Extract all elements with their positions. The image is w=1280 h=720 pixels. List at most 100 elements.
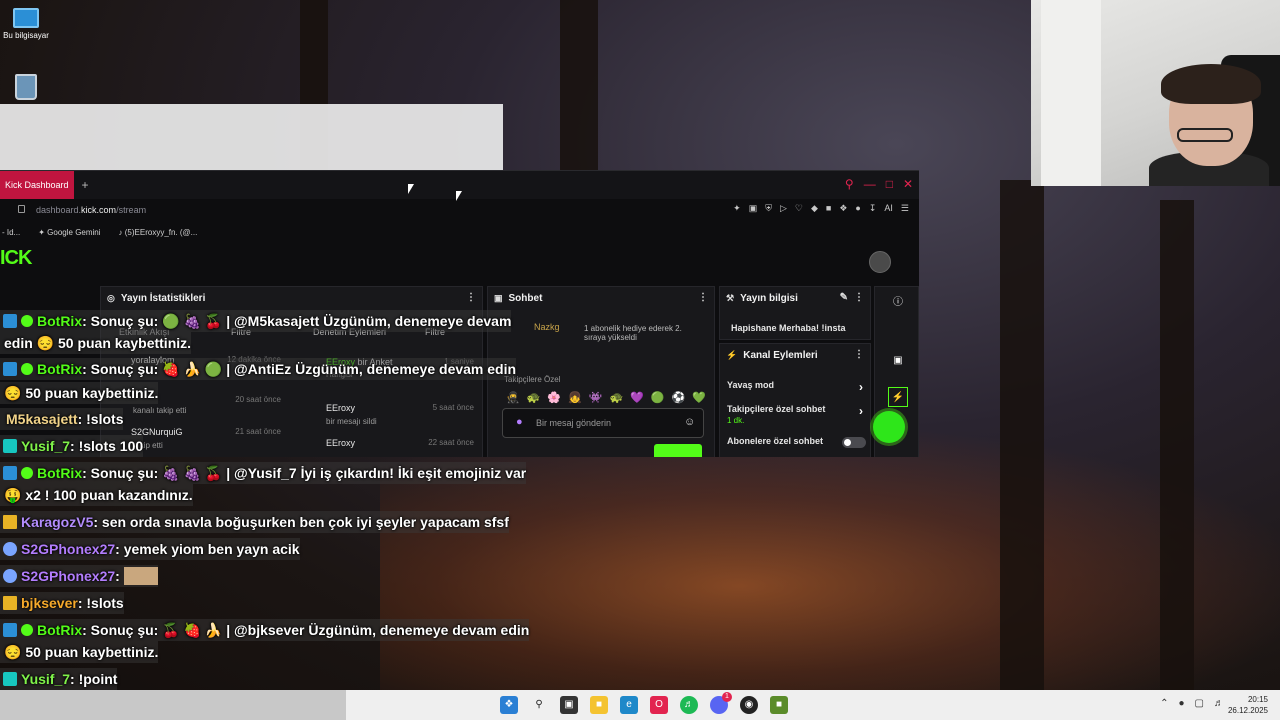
chat-username[interactable]: Yusif_7 [21,438,70,454]
new-tab-button[interactable]: + [82,178,89,192]
chat-username[interactable]: M5kasajett [6,411,78,427]
close-button[interactable]: ✕ [903,177,913,191]
info-icon[interactable]: ⓘ [888,293,908,313]
chat-text: 😔 50 puan kaybettiniz. [4,384,159,401]
chat-message: S2GPhonex27: yemek yiom ben yayn acik [0,538,300,560]
emote[interactable]: 🐢 [610,391,624,404]
edge-browser-icon[interactable]: e [620,696,638,714]
desktop-icon-this-pc[interactable]: Bu bilgisayar [0,8,52,40]
chat-text: : Sonuç şu: 🟢 🍇 🍒 | @M5kasajett Üzgünüm,… [82,312,512,329]
chat-message: BotRix: Sonuç şu: 🍇 🍇 🍒 | @Yusif_7 İyi i… [0,462,527,484]
more-options-icon[interactable]: ⋮ [854,349,864,360]
chat-message: S2GPhonex27: [0,565,158,587]
scan-icon[interactable]: ▣ [888,351,908,371]
heart-icon[interactable]: ♡ [795,203,803,214]
emote[interactable]: 💚 [692,391,706,404]
search-icon[interactable]: ⚲ [530,696,548,714]
more-options-icon[interactable]: ⋮ [854,292,864,303]
subscriber-badge [3,672,17,686]
extension-icon[interactable]: ■ [826,203,831,214]
emote[interactable]: 👧 [568,391,582,404]
chat-username[interactable]: BotRix [37,313,82,329]
search-icon[interactable]: ⚲ [845,177,854,191]
chat-message: BotRix: Sonuç şu: 🍓 🍌 🟢 | @AntiEz Üzgünü… [0,358,517,380]
tab-kick-dashboard[interactable]: Kick Dashboard [0,171,74,199]
emote[interactable]: 💜 [630,391,644,404]
discord-icon[interactable]: 1 [710,692,732,714]
chat-message: BotRix: Sonuç şu: 🟢 🍇 🍒 | @M5kasajett Üz… [0,310,512,332]
bookmark-item[interactable]: - Id... [2,228,20,237]
screenshot-icon[interactable]: ▣ [749,203,758,214]
slow-mode-action[interactable]: Yavaş mod › [727,380,863,394]
chat-username[interactable]: BotRix [37,361,82,377]
spotify-icon[interactable]: ♬ [680,696,698,714]
lightning-icon[interactable]: ⚡ [888,387,908,407]
bookmark-tiktok[interactable]: ♪ (5)EEroxyy_fn. (@... [119,228,198,237]
lock-icon [18,205,25,213]
chat-text: : [115,568,120,584]
minimize-button[interactable]: — [864,177,876,191]
windows-start-icon[interactable]: ❖ [500,696,518,714]
bookmark-google-gemini[interactable]: ✦ Google Gemini [38,228,100,237]
more-options-icon[interactable]: ⋮ [466,292,476,303]
chat-username[interactable]: Yusif_7 [21,671,70,687]
chat-send-button[interactable] [654,444,702,457]
system-clock[interactable]: 20:15 26.12.2025 [1228,694,1268,716]
gifter-badge [3,542,17,556]
menu-icon[interactable]: ☰ [901,203,909,214]
pin-icon[interactable]: ✦ [733,203,741,214]
chat-message: 🤑 x2 ! 100 puan kazandınız. [0,484,193,506]
ai-button[interactable]: AI [884,203,893,214]
play-icon[interactable]: ▷ [780,203,787,214]
chat-username[interactable]: BotRix [37,465,82,481]
edit-icon[interactable]: ✎ [840,292,848,303]
chat-username[interactable]: S2GPhonex27 [21,541,115,557]
minecraft-icon[interactable]: ■ [770,696,788,714]
url-text[interactable]: dashboard.kick.com/stream [36,205,146,215]
background-window [0,104,503,172]
emote[interactable]: ⚽ [672,391,686,404]
chevron-up-icon[interactable]: ⌃ [1160,698,1168,709]
shield-icon[interactable]: ⛨ [765,203,772,214]
audio-fab-button[interactable] [873,411,905,443]
profile-icon[interactable]: ● [855,203,860,214]
maximize-button[interactable]: □ [886,177,893,191]
file-explorer-icon[interactable]: ■ [590,696,608,714]
mouse-cursor [408,184,414,194]
subscribers-chat-toggle[interactable] [842,437,866,448]
puzzle-icon[interactable]: ❖ [839,203,847,214]
emote[interactable]: 🟢 [651,391,665,404]
obs-icon[interactable]: ◉ [740,696,758,714]
taskbar-search-area[interactable] [0,690,346,720]
emote[interactable]: 🌸 [547,391,561,404]
webcam-glasses [1177,128,1233,142]
panel-header: ◎ Yayın İstatistikleri ⋮ [101,287,482,309]
wrench-icon: ⚒ [726,292,735,303]
desktop-icon-recycle-bin[interactable] [0,74,52,100]
subscribers-chat-label: Abonelere özel sohbet [727,436,824,446]
diamond-icon[interactable]: ◆ [811,203,818,214]
address-bar[interactable]: dashboard.kick.com/stream ✦ ▣ ⛨ ▷ ♡ ◆ ■ … [0,199,919,221]
microphone-icon[interactable]: ● [1179,698,1185,709]
stats-icon: ◎ [107,292,115,303]
more-options-icon[interactable]: ⋮ [698,292,708,303]
emote[interactable]: 👾 [589,391,603,404]
chat-message: Yusif_7: !slots 100 [0,435,144,457]
task-view-icon[interactable]: ▣ [560,696,578,714]
chat-username[interactable]: KaragozV5 [21,514,93,530]
user-avatar[interactable] [869,251,891,273]
chat-username[interactable]: BotRix [37,622,82,638]
action-label: Takipçilere özel sohbet [727,404,826,414]
chat-username[interactable]: S2GPhonex27 [21,568,115,584]
volume-icon[interactable]: ♬ [1214,698,1224,709]
download-icon[interactable]: ↧ [869,203,877,214]
opera-browser-icon[interactable]: O [650,696,668,714]
gift-notice: 1 abonelik hediye ederek 2. sıraya yükse… [584,324,682,342]
followers-chat-action[interactable]: Takipçilere özel sohbet › [727,404,863,418]
chat-username[interactable]: bjksever [21,595,78,611]
chat-message: KaragozV5: sen orda sınavla boğuşurken b… [0,511,509,533]
emoji-picker-icon[interactable]: ☺ [684,416,695,428]
kick-logo[interactable]: ICK [0,247,32,270]
url-domain: kick.com [81,205,117,215]
display-icon[interactable]: ▢ [1195,698,1204,709]
